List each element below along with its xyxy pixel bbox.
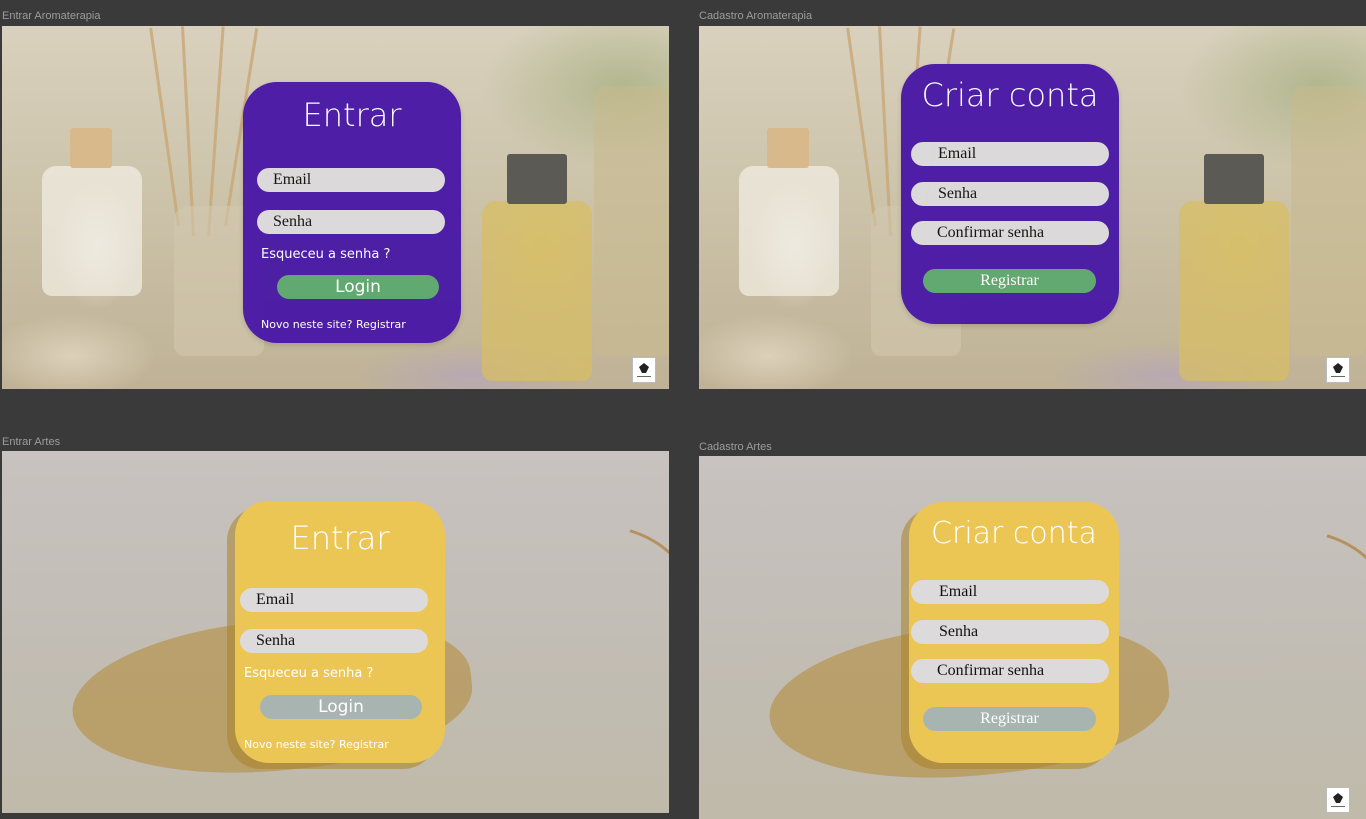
email-field[interactable]: Email bbox=[240, 588, 428, 612]
password-field[interactable]: Senha bbox=[911, 182, 1109, 206]
register-button[interactable]: Registrar bbox=[923, 707, 1096, 731]
frame-label-cadastro-aromaterapia: Cadastro Aromaterapia bbox=[699, 10, 813, 22]
frame-label-entrar-artes: Entrar Artes bbox=[2, 436, 61, 448]
brand-logo-icon bbox=[1326, 357, 1350, 383]
register-button[interactable]: Registrar bbox=[923, 269, 1096, 293]
reed-stick bbox=[181, 26, 195, 237]
signup-card: Criar conta Email Senha Confirmar senha … bbox=[909, 502, 1119, 763]
register-link[interactable]: Novo neste site? Registrar bbox=[261, 318, 406, 331]
email-field[interactable]: Email bbox=[257, 168, 445, 192]
register-link[interactable]: Novo neste site? Registrar bbox=[244, 738, 389, 751]
bottle-tall bbox=[594, 86, 669, 356]
bottle-tall bbox=[1291, 86, 1366, 356]
bottle-oil bbox=[1179, 201, 1289, 381]
forgot-password-link[interactable]: Esqueceu a senha ? bbox=[261, 247, 390, 262]
frame-label-cadastro-artes: Cadastro Artes bbox=[699, 441, 772, 453]
login-card: Entrar Email Senha Esqueceu a senha ? Lo… bbox=[235, 501, 445, 763]
bottle-cork bbox=[70, 128, 112, 168]
card-title: Criar conta bbox=[931, 516, 1097, 551]
reed-stick bbox=[207, 26, 225, 237]
password-field[interactable]: Senha bbox=[257, 210, 445, 234]
login-button[interactable]: Login bbox=[260, 695, 422, 719]
bottle-cap bbox=[1204, 154, 1264, 204]
signup-card: Criar conta Email Senha Confirmar senha … bbox=[901, 64, 1119, 324]
reed-stick bbox=[846, 27, 877, 227]
forgot-password-link[interactable]: Esqueceu a senha ? bbox=[244, 666, 373, 681]
bottle-cork bbox=[767, 128, 809, 168]
reed-stick bbox=[878, 26, 892, 237]
confirm-password-field[interactable]: Confirmar senha bbox=[911, 659, 1109, 683]
bottle-white bbox=[739, 166, 839, 296]
bottle-cap bbox=[507, 154, 567, 204]
brand-logo-icon bbox=[632, 357, 656, 383]
card-title: Entrar bbox=[290, 519, 390, 557]
bottle-oil bbox=[482, 201, 592, 381]
email-field[interactable]: Email bbox=[911, 580, 1109, 604]
reed-stick bbox=[149, 27, 180, 227]
card-title: Entrar bbox=[302, 96, 402, 134]
login-card: Entrar Email Senha Esqueceu a senha ? Lo… bbox=[243, 82, 461, 343]
bottle-white bbox=[42, 166, 142, 296]
email-field[interactable]: Email bbox=[911, 142, 1109, 166]
card-title: Criar conta bbox=[921, 76, 1099, 114]
password-field[interactable]: Senha bbox=[911, 620, 1109, 644]
frame-label-entrar-aromaterapia: Entrar Aromaterapia bbox=[2, 10, 101, 22]
confirm-password-field[interactable]: Confirmar senha bbox=[911, 221, 1109, 245]
password-field[interactable]: Senha bbox=[240, 629, 428, 653]
brand-logo-icon bbox=[1326, 787, 1350, 813]
login-button[interactable]: Login bbox=[277, 275, 439, 299]
